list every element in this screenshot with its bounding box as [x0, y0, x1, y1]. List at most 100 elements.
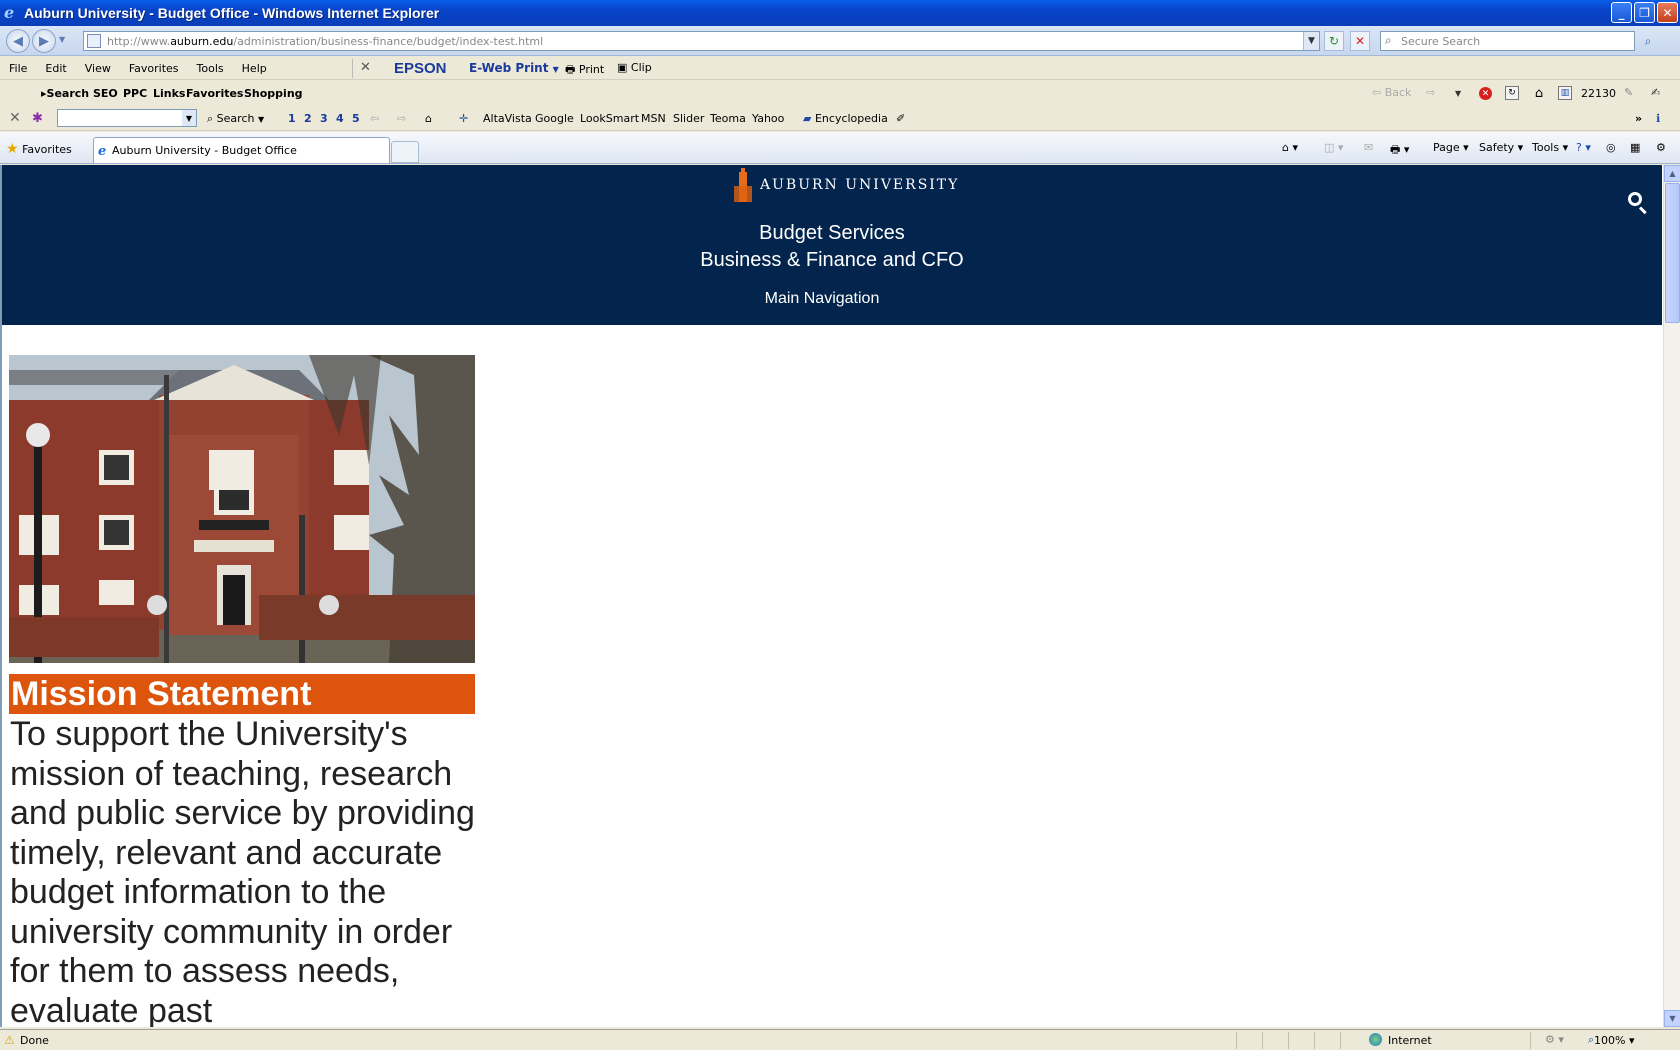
refresh-icon[interactable]: ↻ [1324, 31, 1344, 51]
security-zone[interactable]: Internet [1388, 1034, 1432, 1047]
tab-active[interactable]: e Auburn University - Budget Office [93, 137, 390, 163]
print-icon[interactable]: 🖶 ▾ [1390, 141, 1409, 160]
eraser-icon[interactable]: ✐ [896, 112, 905, 125]
toolbar-back-button[interactable]: ⇦ Back [1372, 86, 1411, 99]
toolbar-prev-icon[interactable]: ⇦ [370, 112, 379, 125]
feeds-icon[interactable]: ◫ ▾ [1324, 141, 1343, 154]
links-search[interactable]: ▸Search [41, 87, 89, 100]
recent-pages-dropdown-icon[interactable]: ▼ [59, 35, 65, 44]
links-seo[interactable]: SEO [93, 87, 118, 100]
stats-icon[interactable]: ▥ [1558, 86, 1572, 100]
toolbar-num-3[interactable]: 3 [320, 112, 328, 125]
restore-button[interactable]: ❐ [1634, 2, 1655, 23]
more-chevron-icon[interactable]: » [1635, 112, 1642, 125]
tools-menu[interactable]: Tools ▾ [1532, 141, 1568, 154]
toolbar-num-1[interactable]: 1 [288, 112, 296, 125]
window-controls: _ ❐ ✕ [1611, 2, 1678, 23]
scroll-down-icon[interactable]: ▼ [1664, 1010, 1680, 1027]
minimize-button[interactable]: _ [1611, 2, 1632, 23]
address-dropdown-icon[interactable]: ▼ [1303, 32, 1319, 50]
links-ppc[interactable]: PPC [123, 87, 147, 100]
add-icon[interactable]: ✛ [459, 112, 468, 125]
safety-menu[interactable]: Safety ▾ [1479, 141, 1523, 154]
vertical-scrollbar[interactable]: ▲ ▼ [1663, 165, 1680, 1027]
back-button[interactable]: ◀ [6, 29, 30, 53]
toolbar-search-input[interactable]: ▼ [57, 109, 197, 127]
menu-tools[interactable]: Tools [188, 62, 233, 75]
chevron-down-icon[interactable]: ▼ [182, 110, 196, 126]
ie-page-icon: e [98, 144, 107, 159]
menu-edit[interactable]: Edit [36, 62, 75, 75]
address-bar[interactable]: http://www. auburn.edu/administration/bus… [83, 31, 1320, 51]
stop-icon[interactable]: ✕ [1350, 31, 1370, 51]
chevron-down-icon[interactable]: ▼ [1455, 89, 1461, 98]
close-button[interactable]: ✕ [1657, 2, 1678, 23]
refresh-small-icon[interactable]: ↻ [1505, 86, 1519, 100]
menu-file[interactable]: File [0, 62, 36, 75]
address-prefix: http://www. [107, 34, 171, 48]
messenger-icon[interactable]: ▦ [1630, 141, 1640, 154]
edit-icon[interactable]: ✍ [1651, 86, 1660, 99]
status-text: Done [20, 1034, 49, 1047]
engine-altavista[interactable]: AltaVista [483, 112, 532, 125]
search-icon[interactable] [1627, 191, 1649, 215]
toolbar-forward-icon[interactable]: ⇨ [1426, 86, 1435, 99]
engine-slider[interactable]: Slider [673, 112, 704, 125]
warning-icon: ⚠ [4, 1033, 15, 1047]
links-shopping[interactable]: Shopping [244, 87, 303, 100]
clip-button[interactable]: ▣ Clip [617, 61, 652, 74]
favorites-button[interactable]: ★ Favorites [6, 141, 72, 157]
menu-view[interactable]: View [76, 62, 120, 75]
flower-logo-icon: ✱ [32, 111, 43, 126]
menu-help[interactable]: Help [233, 62, 276, 75]
protected-mode-icon[interactable]: ⚙ ▾ [1545, 1033, 1564, 1046]
engine-yahoo[interactable]: Yahoo [752, 112, 784, 125]
page-menu[interactable]: Page ▾ [1433, 141, 1469, 154]
pen-icon[interactable]: ✎ [1624, 86, 1633, 99]
toolbar-num-5[interactable]: 5 [352, 112, 360, 125]
new-tab-button[interactable] [391, 141, 419, 163]
engine-teoma[interactable]: Teoma [710, 112, 746, 125]
scroll-up-icon[interactable]: ▲ [1664, 165, 1680, 182]
search-go-icon[interactable]: ⌕ [1638, 31, 1658, 51]
links-links[interactable]: Links [153, 87, 185, 100]
site-title[interactable]: Budget Services [2, 222, 1662, 245]
engine-msn[interactable]: MSN [641, 112, 666, 125]
eweb-print-button[interactable]: E-Web Print ▼ [469, 61, 559, 75]
translate-icon[interactable]: ⚙ [1656, 141, 1666, 154]
home-icon[interactable]: ⌂ [425, 112, 432, 125]
encyclopedia-button[interactable]: ▰ Encyclopedia [803, 112, 888, 125]
window-title-bar: e Auburn University - Budget Office - Wi… [0, 0, 1680, 26]
mail-icon[interactable]: ✉ [1364, 141, 1373, 154]
page-viewport: AUBURN UNIVERSITY Budget Services Busine… [0, 165, 1680, 1027]
links-favorites[interactable]: Favorites [186, 87, 243, 100]
site-subtitle[interactable]: Business & Finance and CFO [2, 249, 1662, 272]
scroll-thumb[interactable] [1665, 183, 1680, 323]
home-icon[interactable]: ⌂ ▾ [1282, 141, 1298, 154]
info-icon[interactable]: ℹ [1656, 112, 1660, 125]
close-toolbar-icon[interactable]: ✕ [360, 60, 371, 75]
site-header: AUBURN UNIVERSITY Budget Services Busine… [2, 165, 1662, 325]
help-icon[interactable]: ? ▾ [1576, 141, 1591, 154]
zoom-level[interactable]: 100% ▾ [1594, 1034, 1634, 1047]
toolbar-num-2[interactable]: 2 [304, 112, 312, 125]
toolbar-num-4[interactable]: 4 [336, 112, 344, 125]
auburn-logo[interactable]: AUBURN UNIVERSITY [734, 168, 959, 202]
book-icon: ▰ [803, 112, 812, 125]
menu-favorites[interactable]: Favorites [120, 62, 188, 75]
engine-google[interactable]: Google [535, 112, 574, 125]
research-icon[interactable]: ◎ [1606, 141, 1616, 154]
search-input[interactable]: ⌕ Secure Search [1380, 31, 1635, 51]
engine-looksmart[interactable]: LookSmart [580, 112, 639, 125]
stop-red-icon[interactable]: ✕ [1479, 87, 1492, 100]
print-button[interactable]: 🖶 Print [565, 61, 604, 80]
clip-label: Clip [630, 61, 652, 74]
main-navigation-toggle[interactable]: Main Navigation [2, 290, 1642, 308]
toolbar-next-icon[interactable]: ⇨ [397, 112, 406, 125]
home-icon[interactable]: ⌂ [1532, 86, 1546, 101]
divider [1288, 1032, 1289, 1049]
toolbar-search-button[interactable]: ⌕ Search ▼ [207, 112, 264, 126]
forward-button[interactable]: ▶ [32, 29, 56, 53]
brand-name: AUBURN UNIVERSITY [760, 177, 960, 193]
close-toolbar-icon[interactable]: ✕ [9, 110, 21, 126]
